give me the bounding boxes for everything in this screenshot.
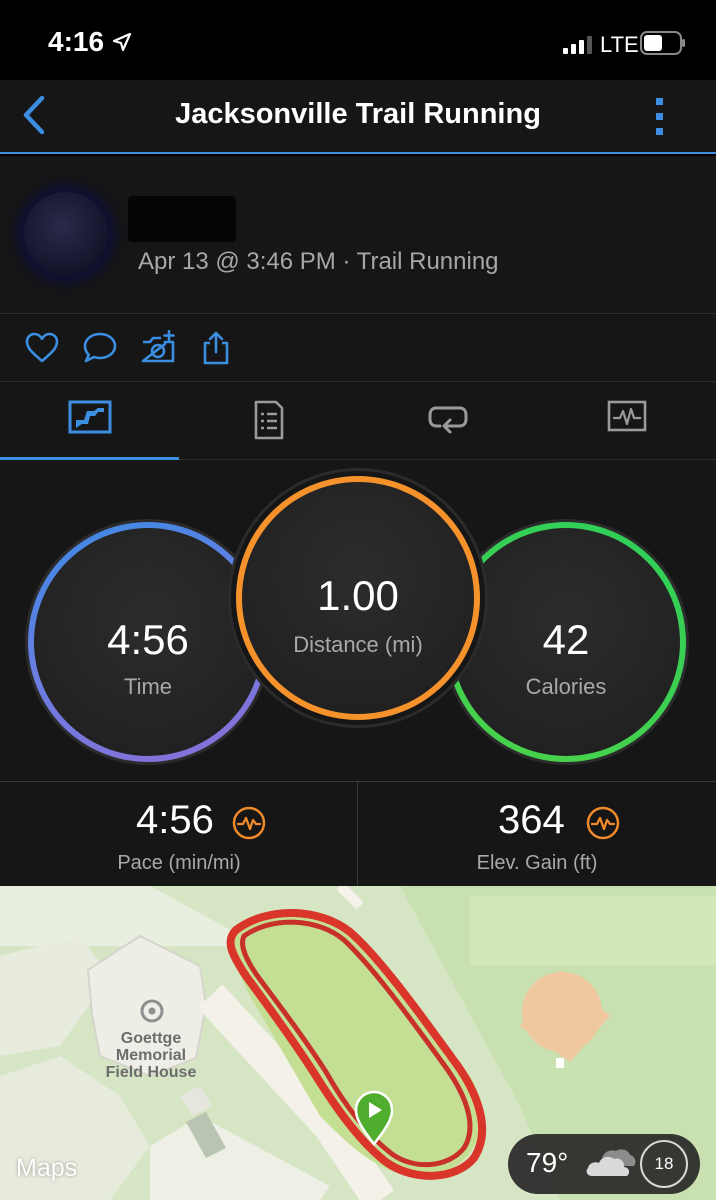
calories-label: Calories [525, 674, 607, 699]
apple-maps-logo: Maps [16, 1154, 78, 1182]
redacted-user-name [128, 196, 236, 242]
action-row [0, 314, 716, 382]
charts-icon [607, 400, 646, 432]
time-value: 4:56 [107, 616, 189, 663]
tab-charts[interactable] [537, 382, 716, 460]
stats-icon [254, 400, 283, 440]
pace-label: Pace (min/mi) [117, 852, 241, 874]
activity-date-type: Apr 13 @ 3:46 PM · Trail Running [138, 248, 499, 275]
navigation-bar: Jacksonville Trail Running [0, 80, 716, 154]
activity-pulse-icon[interactable] [232, 806, 266, 840]
status-time: 4:16 [48, 26, 105, 57]
avatar[interactable] [24, 192, 108, 276]
status-bar: 4:16 LTE [0, 0, 716, 80]
distance-ring: 1.00 Distance (mi) [236, 476, 480, 720]
tab-stats[interactable] [179, 382, 358, 460]
comment-icon[interactable] [82, 330, 118, 366]
heart-icon[interactable] [24, 330, 60, 366]
add-photo-icon[interactable] [140, 330, 176, 366]
weather-badge: 79° 18 [508, 1134, 700, 1194]
stats-row: 4:56 Pace (min/mi) 364 Elev. Gain (ft) [0, 782, 716, 886]
distance-value: 1.00 [317, 572, 399, 619]
calories-value: 42 [542, 616, 590, 663]
route-map[interactable]: Goettge Memorial Field House Maps 79° 18 [0, 886, 716, 1200]
page-title: Jacksonville Trail Running [175, 98, 541, 130]
signal-strength-icon [563, 36, 592, 54]
pace-stat: 4:56 Pace (min/mi) [0, 782, 358, 886]
elevation-value: 364 [498, 798, 565, 842]
location-arrow-icon [112, 32, 132, 52]
pace-value: 4:56 [136, 798, 214, 842]
activity-header: Apr 13 @ 3:46 PM · Trail Running [0, 156, 716, 314]
calories-ring: 42 Calories [446, 522, 686, 762]
air-quality-index: 18 [640, 1140, 688, 1188]
distance-label: Distance (mi) [293, 632, 423, 657]
battery-icon [640, 31, 685, 55]
more-options-icon[interactable] [650, 94, 670, 140]
share-icon[interactable] [198, 330, 234, 366]
tab-bar [0, 382, 716, 461]
overview-icon [68, 400, 111, 434]
tab-laps[interactable] [358, 382, 537, 460]
summary-circles: 4:56 Time 42 Calories 1.00 Distance (mi) [0, 460, 716, 782]
cloud-icon [586, 1149, 636, 1176]
time-ring: 4:56 Time [28, 522, 268, 762]
elevation-label: Elev. Gain (ft) [476, 852, 598, 874]
weather-temperature: 79° [526, 1147, 569, 1178]
time-label: Time [123, 674, 173, 699]
laps-icon [428, 406, 467, 434]
carrier-label: LTE [600, 32, 639, 57]
tab-overview[interactable] [0, 382, 179, 461]
activity-pulse-icon[interactable] [586, 806, 620, 840]
elevation-stat: 364 Elev. Gain (ft) [358, 782, 716, 886]
